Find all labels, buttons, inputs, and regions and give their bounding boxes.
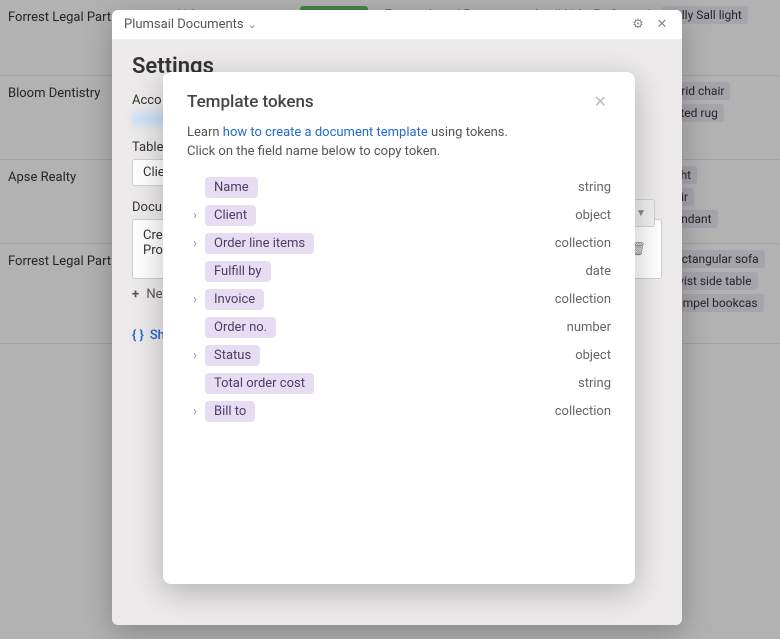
gear-icon[interactable]: ⚙ [630, 17, 646, 32]
token-name-chip[interactable]: Fulfill by [205, 261, 271, 282]
learn-template-link[interactable]: how to create a document template [223, 125, 428, 140]
token-type-label: collection [555, 236, 611, 251]
chevron-right-icon[interactable]: › [187, 404, 203, 418]
token-type-label: number [567, 320, 611, 335]
chevron-down-icon: ⌄ [248, 18, 257, 31]
chevron-right-icon[interactable]: › [187, 348, 203, 362]
token-name-chip[interactable]: Invoice [205, 289, 264, 310]
token-type-label: collection [555, 292, 611, 307]
chevron-right-icon[interactable]: › [187, 236, 203, 250]
token-row: ›Invoice collection [187, 285, 611, 313]
token-row: Total order cost string [187, 369, 611, 397]
token-name-chip[interactable]: Order no. [205, 317, 276, 338]
token-name-chip[interactable]: Name [205, 177, 258, 198]
token-row: Order no. number [187, 313, 611, 341]
token-type-label: date [585, 264, 611, 279]
token-type-label: object [575, 348, 611, 363]
token-type-label: object [575, 208, 611, 223]
tokens-modal-title: Template tokens [187, 92, 590, 112]
tokens-description: Learn how to create a document template … [187, 125, 611, 140]
token-row: ›Bill to collection [187, 397, 611, 425]
app-title-dropdown[interactable]: Plumsail Documents ⌄ [124, 17, 257, 32]
braces-icon: { } [132, 328, 144, 343]
token-type-label: string [578, 376, 611, 391]
close-icon[interactable]: ✕ [590, 90, 611, 113]
token-row: Name string [187, 173, 611, 201]
plus-icon: + [132, 287, 139, 302]
token-type-label: collection [555, 404, 611, 419]
template-tokens-modal: Template tokens ✕ Learn how to create a … [163, 72, 635, 584]
token-name-chip[interactable]: Status [205, 345, 260, 366]
token-row: ›Client object [187, 201, 611, 229]
token-name-chip[interactable]: Bill to [205, 401, 255, 422]
token-list: Namestring›Clientobject›Order line items… [187, 173, 611, 568]
token-row: Fulfill by date [187, 257, 611, 285]
token-name-chip[interactable]: Total order cost [205, 373, 314, 394]
chevron-right-icon[interactable]: › [187, 208, 203, 222]
token-name-chip[interactable]: Order line items [205, 233, 314, 254]
app-title: Plumsail Documents [124, 17, 244, 32]
chevron-right-icon[interactable]: › [187, 292, 203, 306]
token-row: ›Status object [187, 341, 611, 369]
tokens-hint: Click on the field name below to copy to… [187, 144, 611, 159]
token-row: ›Order line items collection [187, 229, 611, 257]
token-name-chip[interactable]: Client [205, 205, 256, 226]
token-type-label: string [578, 180, 611, 195]
close-icon[interactable]: ✕ [654, 17, 670, 32]
modal-header: Plumsail Documents ⌄ ⚙ ✕ [112, 10, 682, 40]
